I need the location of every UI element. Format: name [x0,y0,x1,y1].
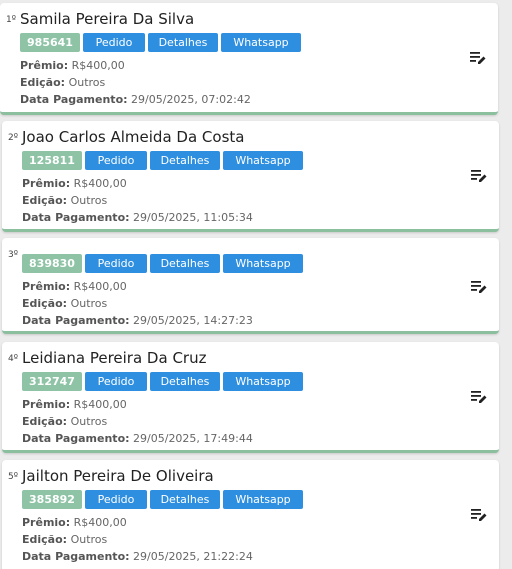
edicao-value: Outros [70,415,108,428]
playlist-edit-icon[interactable] [470,51,486,65]
edicao-line: Edição: Outros [22,531,253,548]
detalhes-button[interactable]: Detalhes [150,372,220,391]
edicao-value: Outros [70,297,108,310]
whatsapp-button[interactable]: Whatsapp [223,490,303,509]
premio-value: R$400,00 [73,280,127,293]
rank-label: 4º [8,354,18,364]
ticket-number-badge: 985641 [20,33,80,52]
premio-line: Prêmio: R$400,00 [20,57,251,74]
pagamento-label: Data Pagamento: [22,211,130,224]
pagamento-line: Data Pagamento: 29/05/2025, 07:02:42 [20,91,251,108]
edicao-line: Edição: Outros [22,413,253,430]
edicao-value: Outros [70,533,108,546]
ticket-number-badge: 839830 [22,254,82,273]
pagamento-line: Data Pagamento: 29/05/2025, 21:22:24 [22,548,253,565]
rank-label: 2º [8,133,18,143]
winner-info: Prêmio: R$400,00 Edição: Outros Data Pag… [22,396,253,447]
premio-label: Prêmio: [22,516,71,529]
edicao-label: Edição: [22,194,68,207]
winner-name: Samila Pereira Da Silva [20,10,195,28]
playlist-edit-icon[interactable] [471,280,487,294]
pagamento-value: 29/05/2025, 07:02:42 [131,93,251,106]
pedido-button[interactable]: Pedido [85,372,147,391]
pedido-button[interactable]: Pedido [85,490,147,509]
premio-label: Prêmio: [20,59,69,72]
premio-value: R$400,00 [71,59,125,72]
winner-card: 2º Joao Carlos Almeida Da Costa 125811 P… [2,121,499,232]
winner-name: Jailton Pereira De Oliveira [22,467,214,485]
action-row: 385892 Pedido Detalhes Whatsapp [22,490,303,509]
action-row: 125811 Pedido Detalhes Whatsapp [22,151,303,170]
playlist-edit-icon[interactable] [471,508,487,522]
edicao-label: Edição: [20,76,66,89]
pedido-button[interactable]: Pedido [85,151,147,170]
pagamento-line: Data Pagamento: 29/05/2025, 14:27:23 [22,312,253,329]
pedido-button[interactable]: Pedido [85,254,147,273]
premio-value: R$400,00 [73,177,127,190]
playlist-edit-icon[interactable] [471,169,487,183]
detalhes-button[interactable]: Detalhes [150,490,220,509]
edicao-line: Edição: Outros [20,74,251,91]
pagamento-label: Data Pagamento: [22,314,130,327]
pedido-button[interactable]: Pedido [83,33,145,52]
edicao-label: Edição: [22,415,68,428]
ticket-number-badge: 312747 [22,372,82,391]
whatsapp-button[interactable]: Whatsapp [223,372,303,391]
pagamento-label: Data Pagamento: [22,432,130,445]
edicao-value: Outros [70,194,108,207]
pagamento-value: 29/05/2025, 17:49:44 [133,432,253,445]
winners-list: 1º Samila Pereira Da Silva 985641 Pedido… [0,0,512,569]
pagamento-label: Data Pagamento: [20,93,128,106]
pagamento-value: 29/05/2025, 21:22:24 [133,550,253,563]
winner-card: 4º Leidiana Pereira Da Cruz 312747 Pedid… [2,342,499,453]
edicao-label: Edição: [22,297,68,310]
playlist-edit-icon[interactable] [471,390,487,404]
winner-info: Prêmio: R$400,00 Edição: Outros Data Pag… [20,57,251,108]
premio-value: R$400,00 [73,516,127,529]
whatsapp-button[interactable]: Whatsapp [223,254,303,273]
rank-label: 5º [8,472,18,482]
pagamento-value: 29/05/2025, 14:27:23 [133,314,253,327]
winner-name: Leidiana Pereira Da Cruz [22,349,207,367]
winner-info: Prêmio: R$400,00 Edição: Outros Data Pag… [22,278,253,329]
action-row: 985641 Pedido Detalhes Whatsapp [20,33,301,52]
detalhes-button[interactable]: Detalhes [150,151,220,170]
whatsapp-button[interactable]: Whatsapp [223,151,303,170]
whatsapp-button[interactable]: Whatsapp [221,33,301,52]
edicao-value: Outros [68,76,106,89]
detalhes-button[interactable]: Detalhes [150,254,220,273]
pagamento-line: Data Pagamento: 29/05/2025, 11:05:34 [22,209,253,226]
winner-card: 5º Jailton Pereira De Oliveira 385892 Pe… [2,460,499,569]
edicao-line: Edição: Outros [22,192,253,209]
ticket-number-badge: 125811 [22,151,82,170]
winner-name: Joao Carlos Almeida Da Costa [22,128,245,146]
pagamento-line: Data Pagamento: 29/05/2025, 17:49:44 [22,430,253,447]
premio-label: Prêmio: [22,177,71,190]
edicao-line: Edição: Outros [22,295,253,312]
premio-label: Prêmio: [22,280,71,293]
winner-info: Prêmio: R$400,00 Edição: Outros Data Pag… [22,514,253,565]
winner-info: Prêmio: R$400,00 Edição: Outros Data Pag… [22,175,253,226]
action-row: 839830 Pedido Detalhes Whatsapp [22,254,303,273]
winner-card: 3º 839830 Pedido Detalhes Whatsapp Prêmi… [2,238,499,334]
premio-line: Prêmio: R$400,00 [22,514,253,531]
premio-value: R$400,00 [73,398,127,411]
edicao-label: Edição: [22,533,68,546]
pagamento-label: Data Pagamento: [22,550,130,563]
winner-card: 1º Samila Pereira Da Silva 985641 Pedido… [0,3,498,115]
premio-line: Prêmio: R$400,00 [22,396,253,413]
ticket-number-badge: 385892 [22,490,82,509]
premio-line: Prêmio: R$400,00 [22,175,253,192]
pagamento-value: 29/05/2025, 11:05:34 [133,211,253,224]
action-row: 312747 Pedido Detalhes Whatsapp [22,372,303,391]
detalhes-button[interactable]: Detalhes [148,33,218,52]
rank-label: 1º [6,15,16,25]
premio-label: Prêmio: [22,398,71,411]
rank-label: 3º [8,250,18,260]
premio-line: Prêmio: R$400,00 [22,278,253,295]
